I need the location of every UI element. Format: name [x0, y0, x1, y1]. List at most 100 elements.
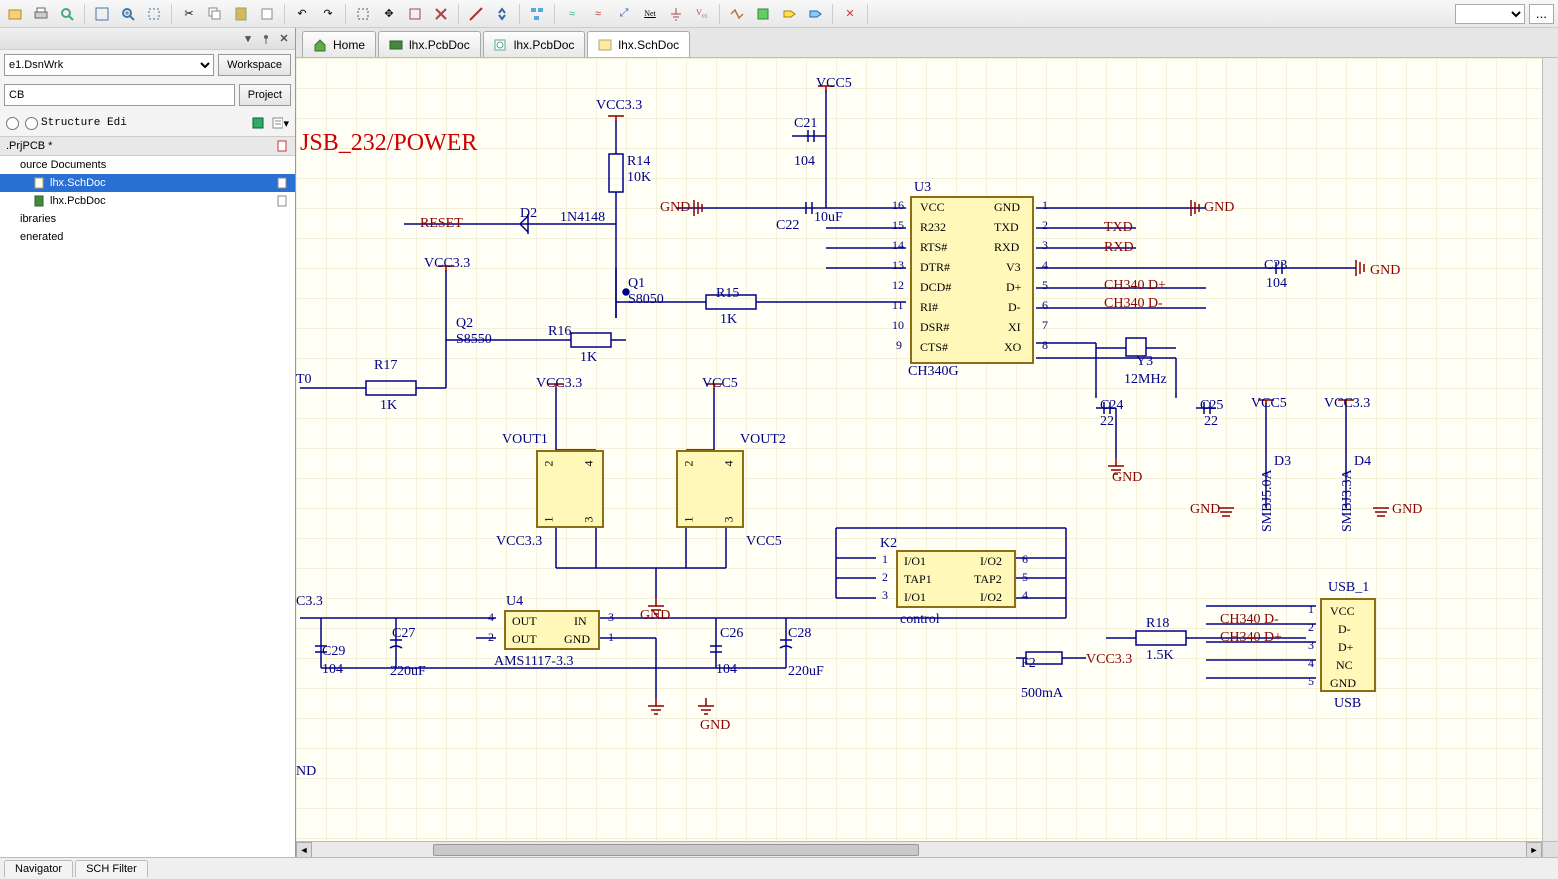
- tool-part-icon[interactable]: [726, 3, 748, 25]
- vout2-p2: 2: [682, 461, 697, 467]
- tool-zoomsel-icon[interactable]: [143, 3, 165, 25]
- lbl-vcc33-5: VCC3.3: [1086, 652, 1132, 668]
- netlbl-rxd: RXD: [1104, 240, 1134, 256]
- tool-preview-icon[interactable]: [56, 3, 78, 25]
- tree-source-docs[interactable]: ource Documents: [0, 156, 295, 174]
- tool-sheet-icon[interactable]: [752, 3, 774, 25]
- lbl-f2: F2: [1021, 656, 1036, 672]
- lbl-r17: R17: [374, 358, 397, 374]
- tool-copy2-icon[interactable]: [256, 3, 278, 25]
- tool-gnd-icon[interactable]: [665, 3, 687, 25]
- tool-netlabel-icon[interactable]: Net: [639, 3, 661, 25]
- tab-home[interactable]: Home: [302, 31, 376, 57]
- tree-schdoc[interactable]: lhx.SchDoc: [0, 174, 295, 192]
- hscroll-right-icon[interactable]: ►: [1526, 842, 1542, 858]
- lbl-c26: C26: [720, 626, 743, 642]
- netlbl-ch340dm: CH340 D-: [1104, 296, 1163, 312]
- k2-tap1: TAP1: [904, 572, 932, 587]
- netlbl-ch340dp: CH340 D+: [1104, 278, 1166, 294]
- tool-open-icon[interactable]: [4, 3, 26, 25]
- tool-undo-icon[interactable]: ↶: [291, 3, 313, 25]
- u3-pin-l1: R232: [920, 220, 946, 235]
- horizontal-scrollbar[interactable]: ◄ ►: [296, 841, 1542, 857]
- lbl-vcc5-4: VCC5: [746, 534, 782, 550]
- tab-sch[interactable]: lhx.SchDoc: [587, 31, 690, 57]
- tool-paste-icon[interactable]: [230, 3, 252, 25]
- left-panel: ▾ ✕ e1.DsnWrk Workspace Project Structur…: [0, 28, 296, 857]
- u4-in: IN: [574, 614, 587, 629]
- lbl-nd: ND: [296, 764, 316, 780]
- k2-tap2: TAP2: [974, 572, 1002, 587]
- tool-hierarchy-icon[interactable]: [526, 3, 548, 25]
- tool-copy-icon[interactable]: [204, 3, 226, 25]
- project-button[interactable]: Project: [239, 84, 291, 106]
- modified-icon: [277, 140, 289, 152]
- u3-pinnum-r7: 8: [1042, 338, 1048, 353]
- tool-wire-icon[interactable]: ≈: [561, 3, 583, 25]
- lbl-r17v: 1K: [380, 398, 397, 414]
- hscroll-thumb[interactable]: [433, 844, 919, 856]
- panel-dropdown-icon[interactable]: ▾: [241, 32, 255, 46]
- tool-noerc-icon[interactable]: ✕: [839, 3, 861, 25]
- tool-crossprobe-icon[interactable]: [465, 3, 487, 25]
- structure-edit-radio[interactable]: Structure Edi: [25, 117, 127, 130]
- bottom-tab-row: Navigator SCH Filter: [0, 857, 1558, 879]
- project-tree[interactable]: .PrjPCB * ource Documents lhx.SchDoc lhx…: [0, 137, 295, 857]
- vertical-scrollbar[interactable]: [1542, 58, 1558, 841]
- tool-zoomfit-icon[interactable]: [91, 3, 113, 25]
- lbl-r15: R15: [716, 286, 739, 302]
- lbl-f2v: 500mA: [1021, 686, 1063, 702]
- lbl-c21: C21: [794, 116, 817, 132]
- lbl-c27: C27: [392, 626, 415, 642]
- u3-pin-l2: RTS#: [920, 240, 947, 255]
- bottom-tab-schfilter[interactable]: SCH Filter: [75, 860, 148, 877]
- netlbl-ch340dm2: CH340 D-: [1220, 612, 1279, 628]
- u4-n2: 2: [488, 630, 494, 645]
- hscroll-left-icon[interactable]: ◄: [296, 842, 312, 858]
- editor-area: Home lhx.PcbDoc lhx.PcbDoc lhx.SchDoc JS…: [296, 28, 1558, 857]
- tool-busentry-icon[interactable]: ⤢: [613, 3, 635, 25]
- tool-sheetentry-icon[interactable]: [778, 3, 800, 25]
- project-input[interactable]: [4, 84, 235, 106]
- tool-cut-icon[interactable]: ✂: [178, 3, 200, 25]
- tool-select-icon[interactable]: [352, 3, 374, 25]
- options-icon[interactable]: ▾: [271, 114, 289, 132]
- tool-deselect-icon[interactable]: [404, 3, 426, 25]
- toolbar-ellipsis-btn[interactable]: ...: [1529, 4, 1554, 24]
- tool-move-icon[interactable]: ✥: [378, 3, 400, 25]
- tool-port-icon[interactable]: [804, 3, 826, 25]
- lbl-r16v: 1K: [580, 350, 597, 366]
- netlbl-ch340dp2: CH340 D+: [1220, 630, 1282, 646]
- u3-pinnum-l7: 9: [896, 338, 902, 353]
- tool-print-icon[interactable]: [30, 3, 52, 25]
- lbl-y3: Y3: [1136, 354, 1153, 370]
- tree-pcbdoc[interactable]: lhx.PcbDoc: [0, 192, 295, 210]
- tab-pcb2[interactable]: lhx.PcbDoc: [483, 31, 586, 57]
- u3-pinnum-r2: 3: [1042, 238, 1048, 253]
- tab-pcb1[interactable]: lhx.PcbDoc: [378, 31, 481, 57]
- tree-generated[interactable]: enerated: [0, 228, 295, 246]
- u3-pinnum-l2: 14: [892, 238, 904, 253]
- toolbar-combo[interactable]: [1455, 4, 1525, 24]
- tool-vcc-icon[interactable]: Vcc: [691, 3, 713, 25]
- panel-close-icon[interactable]: ✕: [277, 32, 291, 46]
- tool-redo-icon[interactable]: ↷: [317, 3, 339, 25]
- tool-clear-icon[interactable]: [430, 3, 452, 25]
- u3-pinnum-l6: 10: [892, 318, 904, 333]
- tool-zoomin-icon[interactable]: [117, 3, 139, 25]
- schematic-canvas[interactable]: JSB_232/POWER: [296, 58, 1558, 857]
- lbl-q1: Q1: [628, 276, 645, 292]
- panel-pin-icon[interactable]: [259, 32, 273, 46]
- tool-updown-icon[interactable]: [491, 3, 513, 25]
- workspace-button[interactable]: Workspace: [218, 54, 291, 76]
- k2-io1b: I/O1: [904, 590, 926, 605]
- tool-bus-icon[interactable]: ≈: [587, 3, 609, 25]
- lbl-c27v: 220uF: [390, 664, 426, 680]
- lbl-q2v: S8550: [456, 332, 492, 348]
- k2-io1a: I/O1: [904, 554, 926, 569]
- compile-icon[interactable]: [249, 114, 267, 132]
- file-view-radio[interactable]: [6, 117, 19, 130]
- bottom-tab-navigator[interactable]: Navigator: [4, 860, 73, 877]
- tree-libraries[interactable]: ibraries: [0, 210, 295, 228]
- workspace-select[interactable]: e1.DsnWrk: [4, 54, 214, 76]
